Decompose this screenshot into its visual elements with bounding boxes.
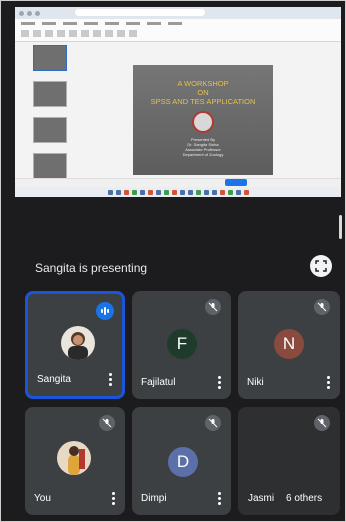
presentation-ribbon — [15, 19, 341, 42]
participant-name: Dimpi — [141, 493, 167, 504]
share-button — [225, 179, 247, 186]
more-options-button[interactable] — [218, 376, 221, 389]
slide-title-line1: A WORKSHOP — [177, 79, 229, 88]
mic-off-icon — [99, 415, 115, 431]
participant-name: Jasmi — [248, 493, 275, 504]
current-slide: A WORKSHOP ON SPSS AND TES APPLICATION P… — [133, 65, 273, 175]
avatar: N — [274, 329, 304, 359]
more-options-button[interactable] — [112, 492, 115, 505]
participant-name: Niki — [247, 377, 264, 388]
more-options-button[interactable] — [327, 376, 330, 389]
avatar: D — [168, 447, 198, 477]
participant-name: Sangita — [37, 374, 71, 385]
slide-title-line3: SPSS AND TES APPLICATION — [150, 97, 256, 106]
mic-off-icon — [314, 415, 330, 431]
slide-title-line2: ON — [197, 88, 209, 97]
participant-tile-others[interactable]: Jasmi 6 others — [238, 407, 340, 515]
avatar — [61, 326, 95, 360]
mic-off-icon — [314, 299, 330, 315]
avatar — [57, 441, 91, 475]
participant-tile-sangita[interactable]: Sangita — [25, 291, 125, 399]
meeting-window: A WORKSHOP ON SPSS AND TES APPLICATION P… — [0, 0, 346, 522]
scrollbar[interactable] — [339, 215, 342, 239]
mic-off-icon — [205, 415, 221, 431]
presentation-status-bar — [15, 178, 341, 187]
participant-name: Fajilatul — [141, 377, 176, 388]
mic-off-icon — [205, 299, 221, 315]
participant-name: You — [34, 493, 51, 504]
more-options-button[interactable] — [218, 492, 221, 505]
os-taskbar — [15, 187, 341, 197]
more-options-button[interactable] — [109, 373, 112, 386]
fullscreen-icon — [315, 260, 327, 272]
presenter-line4: Department of Zoology — [182, 152, 224, 157]
participant-tile-niki[interactable]: N Niki — [238, 291, 340, 399]
participant-tile-you[interactable]: You — [25, 407, 125, 515]
institution-logo-icon — [192, 111, 214, 133]
slide-thumbnails — [19, 45, 67, 183]
fullscreen-button[interactable] — [310, 255, 332, 277]
avatar: F — [167, 329, 197, 359]
speaking-indicator-icon — [96, 302, 114, 320]
shared-screen[interactable]: A WORKSHOP ON SPSS AND TES APPLICATION P… — [15, 7, 341, 197]
participant-tile-dimpi[interactable]: D Dimpi — [132, 407, 231, 515]
others-count-label: 6 others — [286, 493, 323, 504]
address-bar — [75, 9, 205, 16]
participant-tile-fajilatul[interactable]: F Fajilatul — [132, 291, 231, 399]
presenting-label: Sangita is presenting — [35, 261, 148, 275]
